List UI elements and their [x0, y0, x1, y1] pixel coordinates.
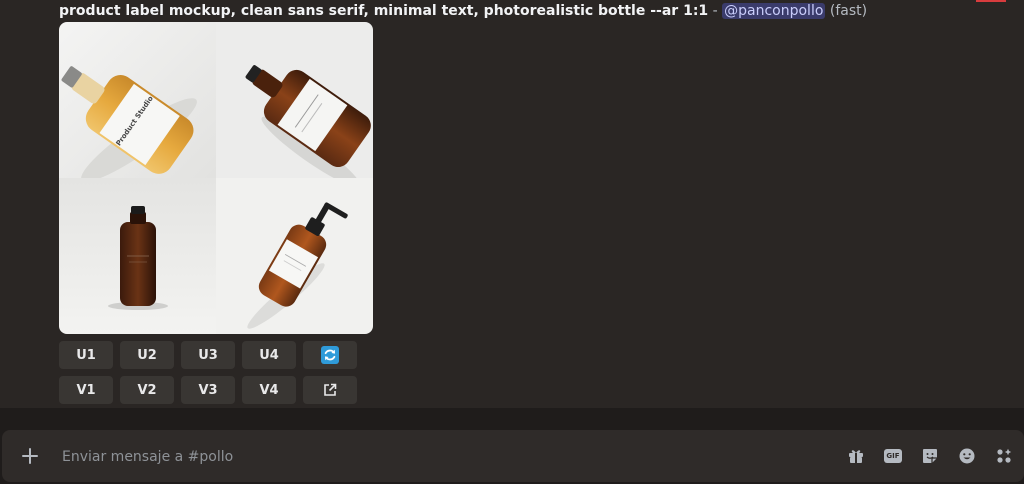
- apps-icon: [997, 448, 1012, 463]
- apps-button[interactable]: [992, 444, 1016, 468]
- generation-mode: (fast): [829, 3, 868, 19]
- sticker-icon: [923, 449, 937, 463]
- plus-icon: [22, 448, 38, 464]
- upscale-button-u1[interactable]: U1: [59, 341, 113, 369]
- bottle-mockup-2-image: [216, 22, 373, 178]
- message-header: product label mockup, clean sans serif, …: [59, 1, 867, 21]
- message-input[interactable]: [60, 444, 824, 470]
- gift-button[interactable]: [844, 444, 868, 468]
- bottle-mockup-4-image: [216, 178, 373, 334]
- variation-button-v2[interactable]: V2: [120, 376, 174, 404]
- prompt-separator: -: [712, 3, 718, 19]
- variation-button-row: V1 V2 V3 V4: [59, 376, 357, 404]
- gif-icon: GIF: [884, 449, 902, 463]
- variation-button-v3[interactable]: V3: [181, 376, 235, 404]
- emoji-icon: [959, 448, 975, 464]
- upscale-button-row: U1 U2 U3 U4: [59, 341, 357, 369]
- image-grid[interactable]: Product Studio: [59, 22, 373, 334]
- gift-icon: [849, 450, 863, 463]
- user-mention[interactable]: @panconpollo: [722, 3, 826, 19]
- image-panel-1[interactable]: Product Studio: [59, 22, 216, 178]
- upscale-button-u3[interactable]: U3: [181, 341, 235, 369]
- reroll-button[interactable]: [303, 341, 357, 369]
- sticker-button[interactable]: [918, 444, 942, 468]
- upscale-button-u4[interactable]: U4: [242, 341, 296, 369]
- image-panel-4[interactable]: [216, 178, 373, 334]
- variation-button-v4[interactable]: V4: [242, 376, 296, 404]
- prompt-text: product label mockup, clean sans serif, …: [59, 3, 709, 19]
- refresh-icon: [321, 346, 339, 364]
- new-messages-indicator: [976, 0, 1006, 2]
- composer-toolbar: GIF: [844, 444, 1016, 468]
- message-composer: GIF: [2, 430, 1024, 482]
- emoji-button[interactable]: [955, 444, 979, 468]
- gif-button[interactable]: GIF: [881, 444, 905, 468]
- chat-area: product label mockup, clean sans serif, …: [0, 0, 1024, 408]
- bottle-mockup-3-image: [59, 178, 216, 334]
- bottle-mockup-1-image: Product Studio: [59, 22, 216, 178]
- upscale-button-u2[interactable]: U2: [120, 341, 174, 369]
- image-panel-3[interactable]: [59, 178, 216, 334]
- variation-button-v1[interactable]: V1: [59, 376, 113, 404]
- open-in-browser-button[interactable]: [303, 376, 357, 404]
- attach-button[interactable]: [16, 442, 44, 470]
- external-link-icon: [324, 383, 337, 396]
- image-panel-2[interactable]: [216, 22, 373, 178]
